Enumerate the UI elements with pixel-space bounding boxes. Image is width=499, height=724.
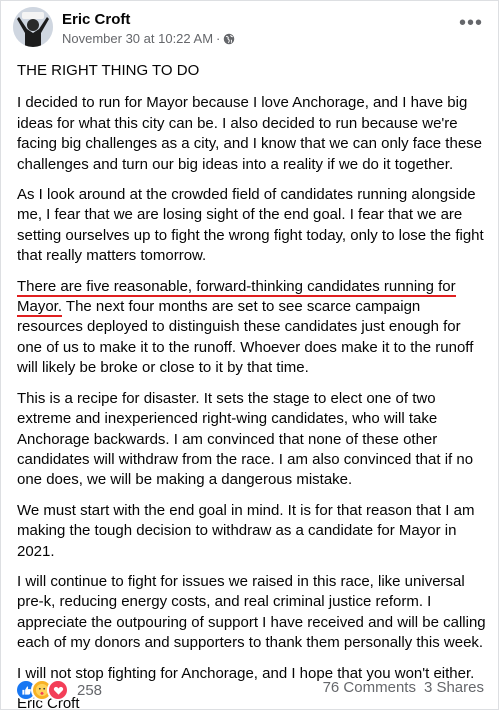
more-options-icon[interactable]: ••• (456, 11, 486, 35)
post-header: Eric Croft November 30 at 10:22 AM · ••• (13, 7, 488, 51)
paragraph-3: There are five reasonable, forward-think… (17, 277, 487, 379)
post-footer: 258 76 Comments 3 Shares (15, 678, 484, 701)
post-stats: 76 Comments 3 Shares (323, 679, 484, 696)
post-meta: November 30 at 10:22 AM · (62, 31, 235, 46)
author-name[interactable]: Eric Croft (62, 11, 130, 28)
globe-icon (224, 33, 235, 44)
meta-separator: · (216, 31, 221, 46)
paragraph-6: I will continue to fight for issues we r… (17, 572, 486, 652)
paragraph-5: We must start with the end goal in mind.… (17, 501, 475, 560)
shares-count[interactable]: 3 Shares (424, 679, 484, 696)
paragraph-1: I decided to run for Mayor because I lov… (17, 94, 482, 173)
post-timestamp[interactable]: November 30 at 10:22 AM (62, 31, 213, 46)
post-title: THE RIGHT THING TO DO (17, 62, 200, 79)
paragraph-4: This is a recipe for disaster. It sets t… (17, 389, 474, 489)
love-icon (47, 679, 69, 701)
paragraph-3-rest: The next four months are set to see scar… (17, 298, 474, 377)
facebook-post: Eric Croft November 30 at 10:22 AM · •••… (0, 0, 499, 712)
post-body: THE RIGHT THING TO DO I decided to run f… (17, 61, 487, 724)
paragraph-2: As I look around at the crowded field of… (17, 186, 484, 265)
avatar[interactable] (13, 7, 53, 47)
reactions-summary[interactable]: 258 (15, 679, 102, 701)
comments-count[interactable]: 76 Comments (323, 679, 416, 696)
avatar-image (13, 7, 53, 47)
reaction-count: 258 (77, 681, 103, 699)
